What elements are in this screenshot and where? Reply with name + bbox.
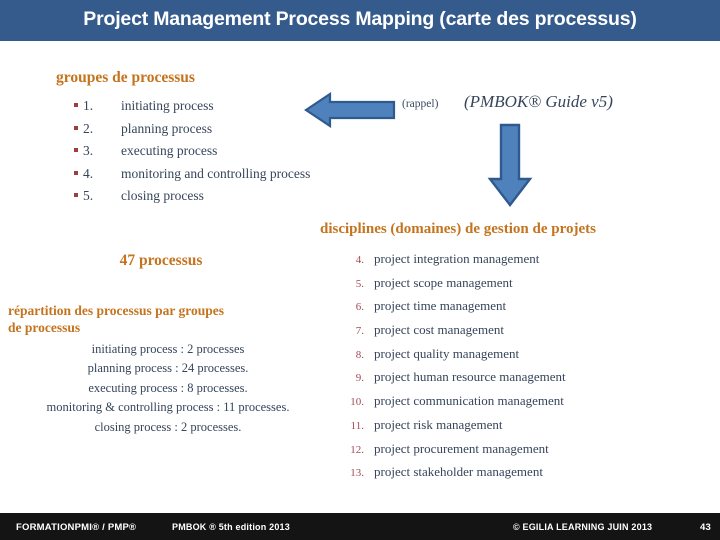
list-item-number: 9. bbox=[355, 372, 364, 385]
list-item-number: 7. bbox=[355, 325, 364, 338]
list-item: 13. project stakeholder management bbox=[340, 464, 680, 488]
footer-page-number: 43 bbox=[700, 522, 711, 533]
rappel-note: (rappel) bbox=[402, 98, 439, 110]
list-item: 12. project procurement management bbox=[340, 441, 680, 465]
pmbok-guide-reference: (PMBOK® Guide v5) bbox=[464, 92, 613, 111]
footer-copyright-label: © EGILIA LEARNING JUIN 2013 bbox=[513, 522, 653, 532]
list-item-label: executing process bbox=[121, 143, 218, 159]
list-item-label: project integration management bbox=[374, 251, 540, 266]
list-item: 7. project cost management bbox=[340, 322, 680, 346]
list-item: 5. closing process bbox=[74, 188, 374, 211]
list-item-label: project cost management bbox=[374, 322, 504, 338]
list-item-number: 4. bbox=[355, 254, 364, 266]
list-item: 5. project scope management bbox=[340, 275, 680, 299]
list-item-label: project communication management bbox=[374, 393, 564, 409]
list-item: 11. project risk management bbox=[340, 417, 680, 441]
list-item-number: 12. bbox=[350, 443, 364, 456]
list-item-number: 2. bbox=[83, 120, 94, 136]
square-bullet-icon bbox=[74, 170, 83, 178]
distribution-list: initiating process : 2 processes plannin… bbox=[8, 342, 328, 439]
list-item-number: 8. bbox=[355, 348, 364, 361]
arrow-down-icon bbox=[487, 123, 533, 207]
list-item-label: project time management bbox=[374, 298, 507, 314]
list-item-number: 3. bbox=[83, 143, 94, 159]
list-item: executing process : 8 processes. bbox=[88, 380, 248, 395]
list-item: 6. project time management bbox=[340, 298, 680, 322]
list-item: initiating process : 2 processes bbox=[91, 342, 245, 356]
knowledge-areas-list: 4. project integration management 5. pro… bbox=[340, 251, 680, 488]
list-item: 8. project quality management bbox=[340, 346, 680, 370]
square-bullet-icon bbox=[74, 103, 83, 110]
list-item-label: project risk management bbox=[374, 416, 503, 432]
list-item-number: 4. bbox=[83, 165, 94, 181]
footer-pmbok-edition-label: PMBOK ® 5th edition 2013 bbox=[172, 522, 290, 532]
list-item-label: project scope management bbox=[374, 274, 513, 290]
list-item: planning process : 24 processes. bbox=[87, 361, 249, 376]
list-item-number: 13. bbox=[350, 467, 364, 480]
list-item-label: project human resource management bbox=[374, 369, 566, 385]
list-item-label: planning process bbox=[121, 120, 213, 136]
list-item-number: 10. bbox=[350, 396, 364, 409]
list-item: 3. executing process bbox=[74, 143, 374, 166]
list-item-number: 5. bbox=[83, 188, 94, 204]
list-item: 10. project communication management bbox=[340, 393, 680, 417]
list-item-label: project stakeholder management bbox=[374, 464, 543, 480]
square-bullet-icon bbox=[74, 125, 83, 133]
footer-formation-label: FORMATIONPMI® / PMP® bbox=[16, 522, 137, 533]
process-count-label: 47 processus bbox=[119, 252, 203, 269]
knowledge-areas-heading: disciplines (domaines) de gestion de pro… bbox=[320, 221, 596, 237]
list-item: closing process : 2 processes. bbox=[94, 419, 242, 434]
list-item: 9. project human resource management bbox=[340, 369, 680, 393]
list-item-number: 11. bbox=[350, 419, 364, 432]
list-item-label: project procurement management bbox=[374, 440, 549, 456]
square-bullet-icon bbox=[74, 148, 83, 155]
process-groups-heading: groupes de processus bbox=[56, 69, 195, 86]
list-item-label: initiating process bbox=[121, 98, 214, 113]
arrow-left-icon bbox=[304, 92, 396, 128]
square-bullet-icon bbox=[74, 193, 83, 200]
list-item: 4. monitoring and controlling process bbox=[74, 166, 374, 189]
slide-canvas: Project Management Process Mapping (cart… bbox=[0, 0, 720, 540]
list-item-label: project quality management bbox=[374, 345, 520, 361]
page-title: Project Management Process Mapping (cart… bbox=[83, 8, 637, 30]
list-item-label: closing process bbox=[121, 188, 204, 204]
list-item: monitoring & controlling process : 11 pr… bbox=[46, 400, 290, 415]
list-item-number: 1. bbox=[83, 98, 94, 113]
list-item-number: 6. bbox=[355, 301, 364, 314]
list-item-label: monitoring and controlling process bbox=[121, 165, 311, 181]
list-item-number: 5. bbox=[355, 277, 364, 290]
distribution-heading: répartition des processus par groupes de… bbox=[8, 303, 225, 335]
list-item: 4. project integration management bbox=[340, 251, 680, 275]
